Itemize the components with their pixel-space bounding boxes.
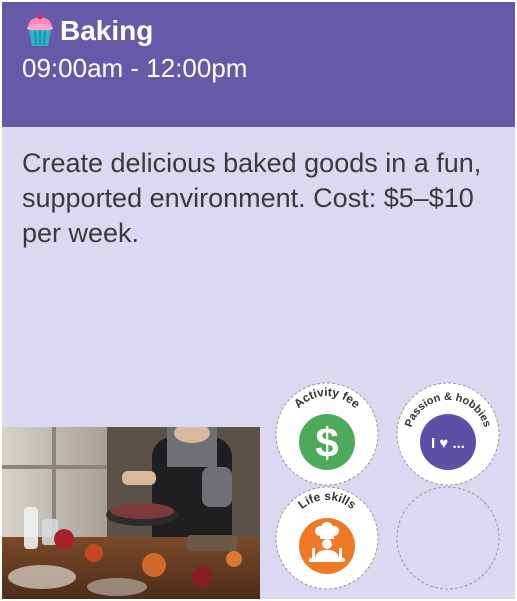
cupcake-icon xyxy=(27,14,53,46)
life-skills-badge: Life skills xyxy=(275,486,379,590)
dollar-icon: $ xyxy=(315,419,338,466)
activity-title: Baking xyxy=(60,15,154,46)
activity-header: Baking 09:00am - 12:00pm xyxy=(2,2,515,127)
title-row: Baking xyxy=(24,14,153,48)
activity-card: Baking 09:00am - 12:00pm Create deliciou… xyxy=(2,2,515,599)
activity-fee-badge: Activity fee $ xyxy=(275,382,379,486)
heart-icon: I ♥ ... xyxy=(431,435,465,452)
empty-badge-slot xyxy=(396,486,500,590)
baking-scene-photo xyxy=(2,427,260,599)
activity-time: 09:00am - 12:00pm xyxy=(22,53,248,83)
passion-hobbies-badge: Passion & hobbies I ♥ ... xyxy=(396,382,500,486)
activity-description: Create delicious baked goods in a fun, s… xyxy=(22,148,482,248)
